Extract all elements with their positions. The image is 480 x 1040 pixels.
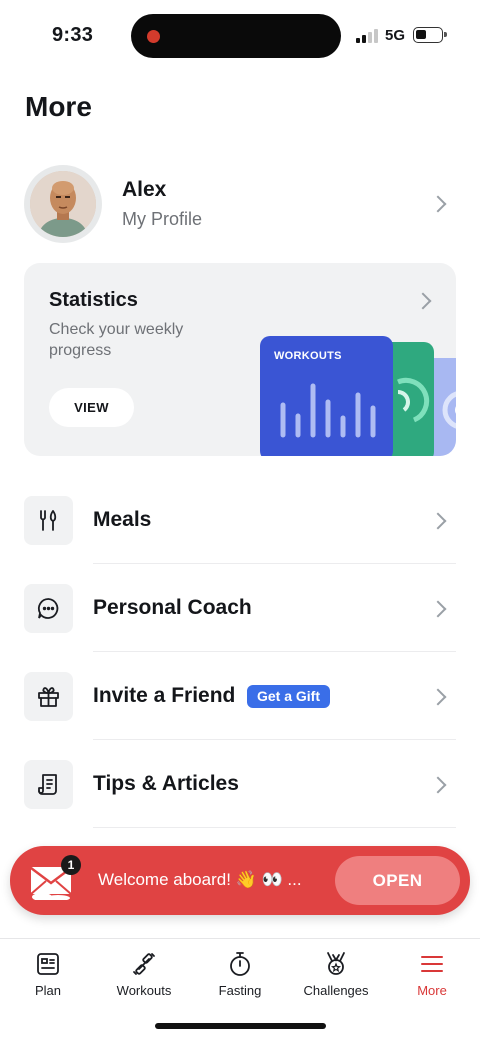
chevron-right-icon	[429, 512, 447, 530]
chevron-right-icon	[429, 195, 447, 213]
status-bar: 9:33 5G	[0, 0, 480, 72]
profile-row[interactable]: Alex My Profile	[24, 162, 456, 246]
chevron-right-icon	[414, 292, 432, 310]
battery-icon	[413, 27, 447, 43]
profile-subtitle: My Profile	[122, 209, 203, 229]
tab-label: Workouts	[116, 983, 172, 998]
get-gift-badge: Get a Gift	[247, 685, 331, 708]
view-statistics-button[interactable]: VIEW	[49, 388, 134, 427]
tab-label: Plan	[34, 983, 62, 998]
recording-indicator-icon	[147, 30, 160, 43]
status-time: 9:33	[52, 24, 94, 46]
statistics-card[interactable]: Statistics Check your weekly progress VI…	[24, 263, 456, 456]
menu-item-label: Tips & Articles	[93, 772, 239, 795]
statistics-title: Statistics	[49, 289, 138, 311]
unread-count-badge: 1	[61, 855, 81, 875]
menu-item-label: Personal Coach	[93, 596, 252, 619]
chevron-right-icon	[429, 776, 447, 794]
welcome-message-banner[interactable]: 1 Welcome aboard! 👋 👀 ... OPEN	[10, 846, 470, 915]
menu-item-tips-articles[interactable]: Tips & Articles	[24, 740, 456, 828]
medal-icon	[327, 952, 345, 975]
progress-preview-card	[432, 358, 456, 456]
activity-preview-card	[390, 342, 434, 456]
gift-icon	[24, 672, 73, 721]
utensils-icon	[24, 496, 73, 545]
divider	[93, 827, 456, 828]
menu-item-invite-friend[interactable]: Invite a Friend Get a Gift	[24, 652, 456, 740]
page-title: More	[25, 91, 92, 122]
bar-graph-icon	[280, 383, 376, 438]
menu-icon	[421, 956, 443, 972]
chat-bubble-icon	[24, 584, 73, 633]
network-type: 5G	[385, 27, 406, 44]
menu-item-label: Invite a Friend	[93, 684, 236, 707]
plan-icon	[37, 953, 59, 975]
tab-label: Fasting	[218, 983, 262, 998]
tab-workouts[interactable]: Workouts	[96, 951, 192, 1001]
menu-item-meals[interactable]: Meals	[24, 476, 456, 564]
statistics-subtitle: Check your weekly progress	[49, 321, 184, 359]
workouts-preview-card: WORKOUTS	[260, 336, 393, 456]
tab-label: Challenges	[303, 983, 369, 998]
cellular-signal-icon	[356, 29, 380, 43]
menu-item-label: Meals	[93, 508, 152, 531]
home-indicator[interactable]	[155, 1023, 326, 1029]
banner-message: Welcome aboard! 👋 👀 ...	[98, 870, 302, 889]
dynamic-island	[131, 14, 341, 58]
chevron-right-icon	[429, 688, 447, 706]
stopwatch-icon	[230, 952, 250, 976]
tab-challenges[interactable]: Challenges	[288, 951, 384, 1001]
chevron-right-icon	[429, 600, 447, 618]
tab-plan[interactable]: Plan	[0, 951, 96, 1001]
tab-fasting[interactable]: Fasting	[192, 951, 288, 1001]
tab-label: More	[417, 983, 447, 998]
tab-more[interactable]: More	[384, 951, 480, 1001]
article-icon	[24, 760, 73, 809]
open-message-button[interactable]: OPEN	[335, 856, 460, 905]
profile-name: Alex	[122, 178, 167, 201]
menu-item-personal-coach[interactable]: Personal Coach	[24, 564, 456, 652]
workouts-card-label: WORKOUTS	[274, 350, 342, 362]
dumbbell-icon	[133, 953, 155, 975]
avatar	[24, 165, 102, 243]
